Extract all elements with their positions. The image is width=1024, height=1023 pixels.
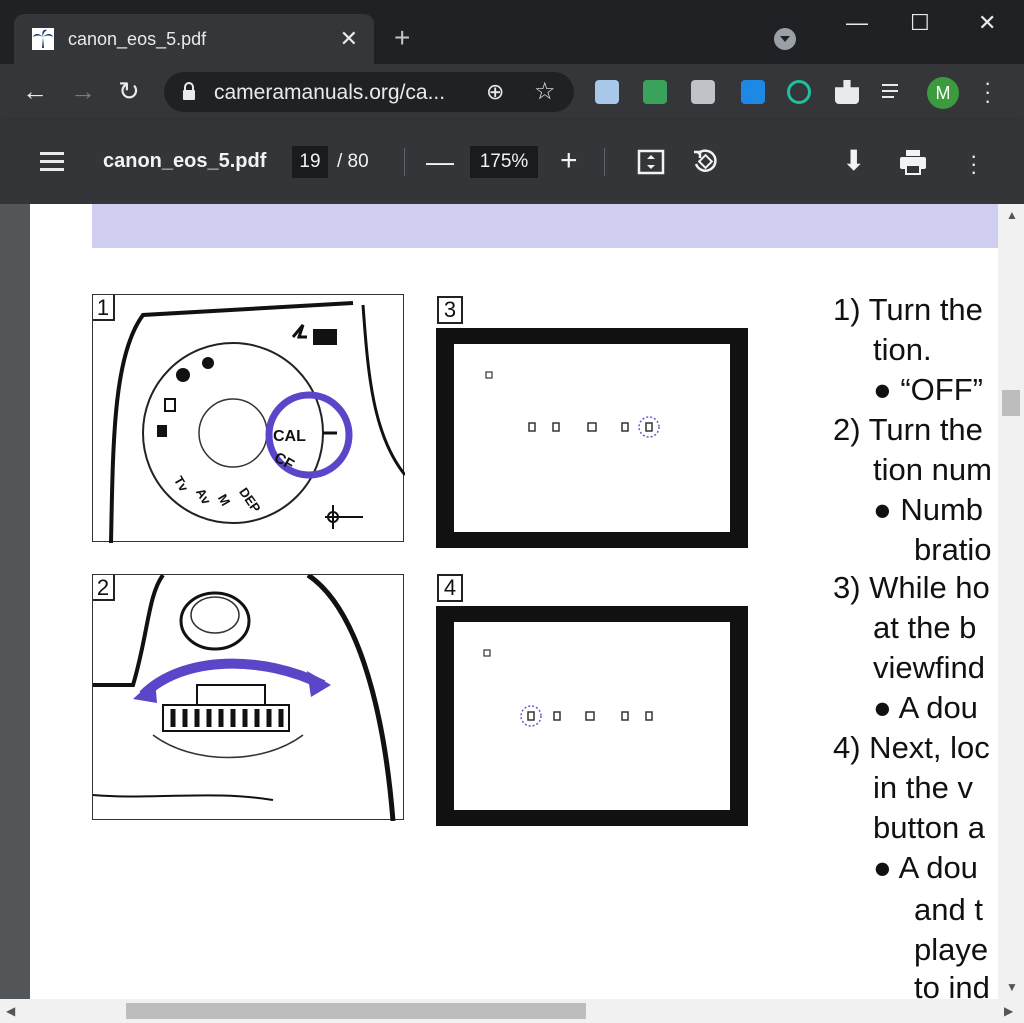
instruction-text: playe	[914, 932, 989, 967]
download-icon[interactable]: ⬇	[842, 144, 865, 177]
browser-menu-icon[interactable]: · · ·	[984, 72, 991, 112]
extensions-puzzle-icon[interactable]	[835, 80, 859, 104]
viewfinder-screen	[454, 622, 730, 810]
extension-arrow-icon[interactable]	[741, 80, 765, 104]
sidebar-menu-icon[interactable]	[40, 152, 64, 172]
rotate-icon[interactable]	[690, 146, 720, 176]
minimize-button[interactable]: —	[846, 10, 868, 36]
instruction-bullet: ● A dou	[873, 850, 978, 885]
mode-dial-illustration: CAL CF DEP M Av Tv	[109, 301, 407, 544]
page-number-input[interactable]: 19	[292, 146, 328, 178]
tab-strip: canon_eos_5.pdf ✕ + — ☐ ✕	[0, 0, 1024, 64]
viewfinder-screen	[454, 344, 730, 532]
extension-mail-icon[interactable]	[643, 80, 667, 104]
lock-icon	[183, 82, 195, 100]
figure-3-viewfinder	[436, 328, 748, 548]
profile-avatar[interactable]: M	[927, 77, 959, 109]
instruction-bullet: ● A dou	[873, 690, 978, 725]
fit-page-icon[interactable]	[637, 148, 665, 176]
figure-number: 3	[437, 296, 463, 324]
tab-search-icon[interactable]	[774, 28, 796, 50]
horizontal-scrollbar[interactable]: ◀ ▶	[0, 999, 1024, 1023]
header-band	[92, 204, 998, 248]
instruction-bullet: ● Numb	[873, 492, 984, 527]
browser-toolbar: ← → ↻ cameramanuals.org/ca... ⊕ ☆ M · · ·	[0, 64, 1024, 120]
media-control-icon[interactable]	[882, 80, 906, 104]
scroll-right-icon[interactable]: ▶	[1004, 1004, 1013, 1018]
instruction-step-2: 2) Turn the	[833, 412, 983, 447]
tab-close-icon[interactable]: ✕	[340, 26, 358, 52]
forward-button[interactable]: →	[70, 76, 96, 107]
new-tab-button[interactable]: +	[394, 22, 410, 54]
address-bar[interactable]: cameramanuals.org/ca... ⊕ ☆	[164, 72, 574, 112]
figure-number: 2	[93, 575, 115, 601]
instruction-text: at the b	[873, 610, 977, 645]
instruction-text: tion.	[873, 332, 932, 367]
instruction-step-1: 1) Turn the	[833, 292, 983, 327]
palm-tree-icon	[32, 28, 54, 50]
instruction-text: and t	[914, 892, 983, 927]
extension-docs-icon[interactable]	[595, 80, 619, 104]
figure-number: 1	[93, 295, 115, 321]
horizontal-scroll-thumb[interactable]	[126, 1003, 586, 1019]
pdf-viewer: CAL CF DEP M Av Tv 1 2 3 4 1) Turn the t…	[0, 204, 1024, 1023]
instruction-text: in the v	[873, 770, 973, 805]
main-dial-illustration	[92, 572, 396, 822]
instruction-bullet: ● “OFF”	[873, 372, 983, 407]
bookmark-star-icon[interactable]: ☆	[534, 77, 556, 106]
extension-code-icon[interactable]	[691, 80, 715, 104]
scroll-down-icon[interactable]: ▼	[1006, 980, 1018, 994]
vertical-scrollbar[interactable]: ▲ ▼	[998, 204, 1024, 999]
figure-1-mode-dial: CAL CF DEP M Av Tv 1	[92, 294, 407, 544]
instruction-text: tion num	[873, 452, 992, 487]
tab-title: canon_eos_5.pdf	[68, 28, 207, 49]
instruction-text: button a	[873, 810, 986, 845]
dial-cal-label: CAL	[273, 428, 306, 445]
figure-4-viewfinder	[436, 606, 748, 826]
instruction-text: bratio	[914, 532, 992, 567]
extension-power-icon[interactable]	[787, 80, 811, 104]
figure-2-main-dial: 2	[92, 572, 404, 822]
instruction-step-3: 3) While ho	[833, 570, 990, 605]
scroll-left-icon[interactable]: ◀	[6, 1004, 15, 1018]
figure-number: 4	[437, 574, 463, 602]
instruction-text: to ind	[914, 970, 990, 999]
zoom-level-input[interactable]: 175%	[470, 146, 538, 178]
pdf-toolbar: canon_eos_5.pdf 19 / 80 — 175% + ⬇ · · ·	[0, 120, 1024, 204]
scroll-up-icon[interactable]: ▲	[1006, 208, 1018, 222]
url-text[interactable]: cameramanuals.org/ca...	[214, 81, 445, 105]
af-points-display	[485, 371, 660, 438]
af-points-display	[483, 649, 653, 727]
zoom-out-button[interactable]: —	[426, 146, 454, 178]
page-total: / 80	[337, 151, 369, 172]
vertical-scroll-thumb[interactable]	[1002, 390, 1020, 416]
print-icon[interactable]	[899, 149, 927, 175]
reload-button[interactable]: ↻	[118, 76, 140, 107]
pdf-more-icon[interactable]: · · ·	[970, 145, 977, 183]
zoom-icon[interactable]: ⊕	[486, 79, 504, 105]
maximize-button[interactable]: ☐	[910, 10, 930, 36]
back-button[interactable]: ←	[22, 76, 48, 107]
zoom-in-button[interactable]: +	[560, 144, 578, 178]
tab-canon-pdf[interactable]: canon_eos_5.pdf ✕	[14, 14, 374, 64]
instruction-step-4: 4) Next, loc	[833, 730, 990, 765]
pdf-page: CAL CF DEP M Av Tv 1 2 3 4 1) Turn the t…	[30, 204, 998, 999]
toolbar-divider	[604, 148, 605, 176]
window-close-button[interactable]: ✕	[978, 10, 996, 36]
instruction-text: viewfind	[873, 650, 985, 685]
toolbar-divider	[404, 148, 405, 176]
pdf-title: canon_eos_5.pdf	[103, 150, 267, 172]
